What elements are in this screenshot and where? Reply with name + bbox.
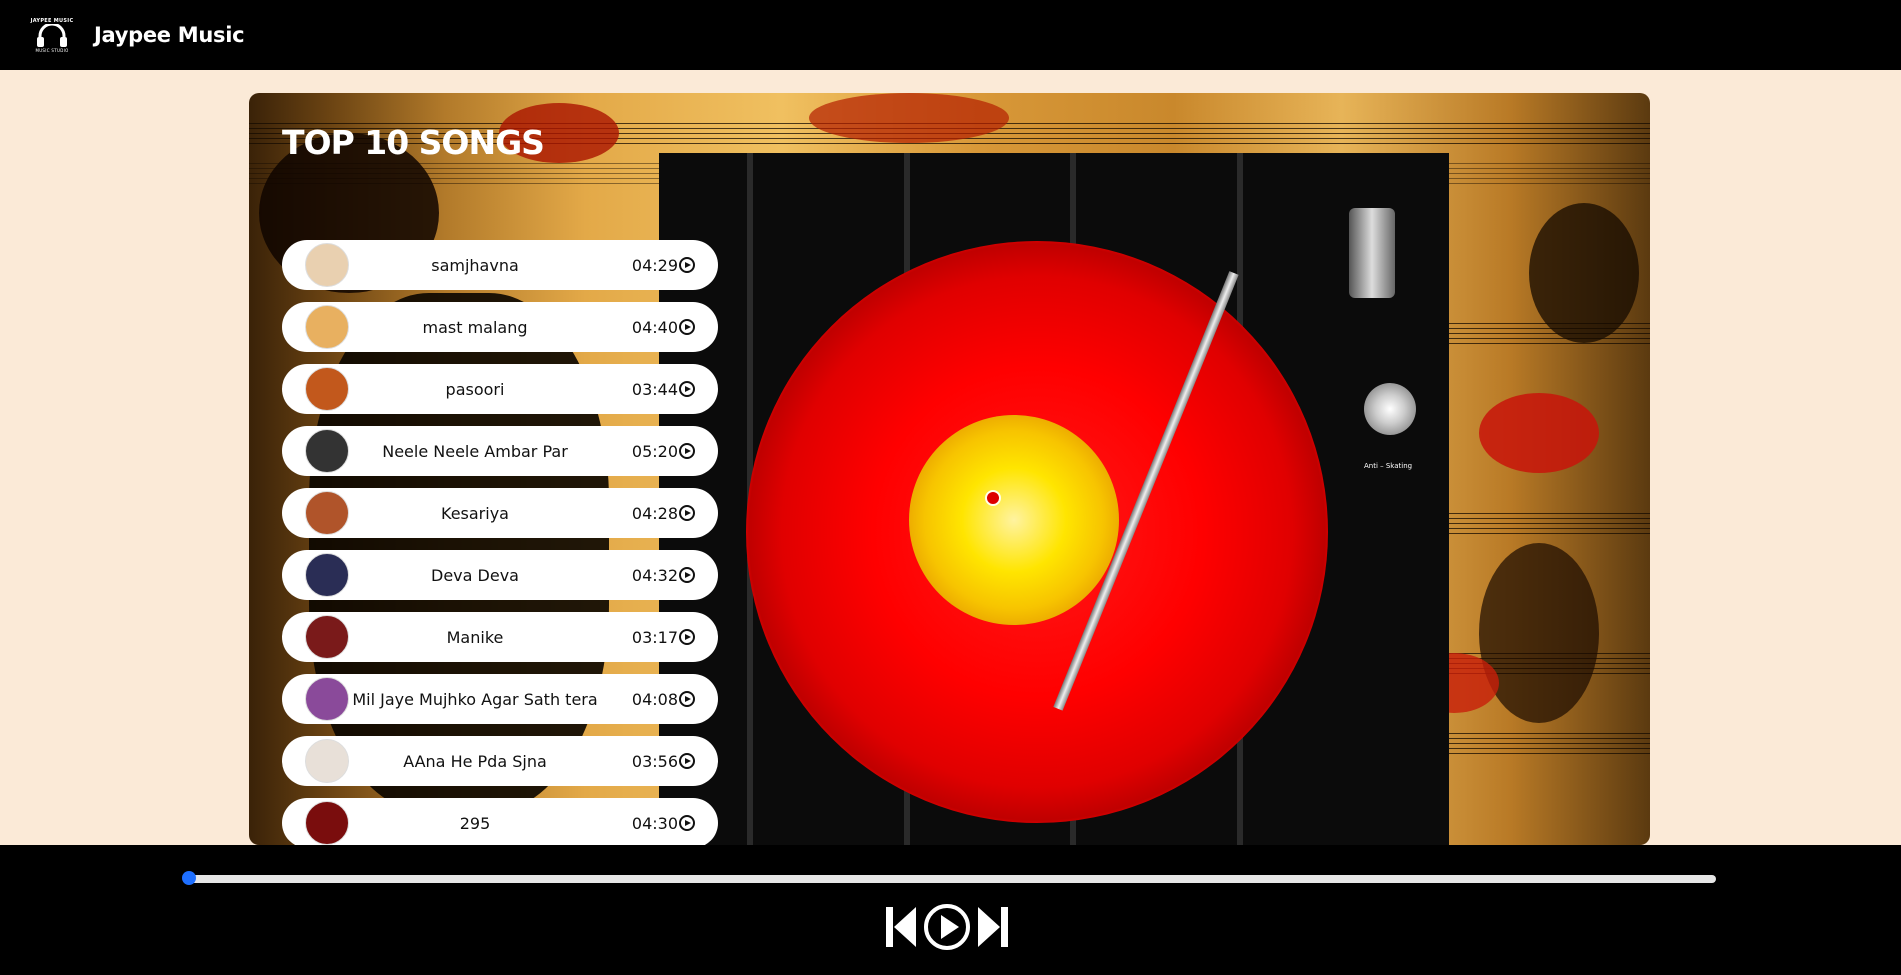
progress-bar[interactable]	[182, 871, 1716, 885]
play-circle-icon[interactable]	[679, 629, 695, 645]
play-circle-icon[interactable]	[679, 505, 695, 521]
song-title: Deva Deva	[431, 565, 519, 585]
play-circle-icon[interactable]	[679, 257, 695, 273]
song-item[interactable]: AAna He Pda Sjna 03:56	[282, 736, 718, 786]
spindle	[985, 490, 1001, 506]
song-duration: 03:17	[631, 627, 678, 647]
song-duration: 04:32	[631, 565, 678, 585]
song-title: Manike	[446, 627, 504, 647]
song-item[interactable]: samjhavna 04:29	[282, 240, 718, 290]
navbar: JAYPEE MUSIC MUSIC STUDIO Jaypee Music	[0, 0, 1901, 70]
anti-skating-knob	[1364, 383, 1416, 435]
song-item[interactable]: Manike 03:17	[282, 612, 718, 662]
play-icon[interactable]	[922, 902, 972, 952]
song-list: samjhavna 04:29 mast malang 04:40 pasoor…	[282, 240, 718, 845]
progress-thumb[interactable]	[182, 871, 196, 885]
brand-name[interactable]: Jaypee Music	[94, 23, 245, 47]
play-circle-icon[interactable]	[679, 381, 695, 397]
next-icon[interactable]	[976, 905, 1010, 949]
song-item[interactable]: pasoori 03:44	[282, 364, 718, 414]
page-title: TOP 10 SONGS	[282, 123, 545, 162]
song-item[interactable]: 295 04:30	[282, 798, 718, 845]
anti-skating-label: Anti – Skating	[1364, 462, 1413, 470]
song-title: Neele Neele Ambar Par	[382, 441, 568, 461]
play-circle-icon[interactable]	[679, 691, 695, 707]
song-title: mast malang	[422, 317, 528, 337]
play-circle-icon[interactable]	[679, 319, 695, 335]
hero-card: Anti – Skating TOP 10 SONGS samjhavna 04…	[249, 93, 1650, 845]
play-circle-icon[interactable]	[679, 567, 695, 583]
song-item[interactable]: Deva Deva 04:32	[282, 550, 718, 600]
song-title: pasoori	[445, 379, 505, 399]
play-circle-icon[interactable]	[679, 753, 695, 769]
song-duration: 04:40	[631, 317, 678, 337]
song-item[interactable]: Kesariya 04:28	[282, 488, 718, 538]
play-circle-icon[interactable]	[679, 443, 695, 459]
play-circle-icon[interactable]	[679, 815, 695, 831]
headphones-icon	[37, 23, 67, 47]
player-bar	[0, 845, 1901, 975]
song-duration: 04:28	[631, 503, 678, 523]
song-item[interactable]: Neele Neele Ambar Par 05:20	[282, 426, 718, 476]
logo-subtext: MUSIC STUDIO	[35, 47, 69, 53]
song-duration: 03:56	[631, 751, 678, 771]
song-title: 295	[459, 813, 491, 833]
song-duration: 03:44	[631, 379, 678, 399]
song-item[interactable]: Mil Jaye Mujhko Agar Sath tera 04:08	[282, 674, 718, 724]
song-duration: 05:20	[631, 441, 678, 461]
song-item[interactable]: mast malang 04:40	[282, 302, 718, 352]
song-title: Mil Jaye Mujhko Agar Sath tera	[352, 689, 598, 709]
player-controls	[884, 902, 1010, 952]
song-duration: 04:08	[631, 689, 678, 709]
song-duration: 04:29	[631, 255, 678, 275]
song-title: Kesariya	[441, 503, 509, 523]
logo[interactable]: JAYPEE MUSIC MUSIC STUDIO	[30, 13, 74, 57]
record-label	[909, 415, 1119, 625]
song-title: samjhavna	[431, 255, 519, 275]
song-title: AAna He Pda Sjna	[403, 751, 547, 771]
song-duration: 04:30	[631, 813, 678, 833]
previous-icon[interactable]	[884, 905, 918, 949]
tonearm-base	[1349, 208, 1395, 298]
